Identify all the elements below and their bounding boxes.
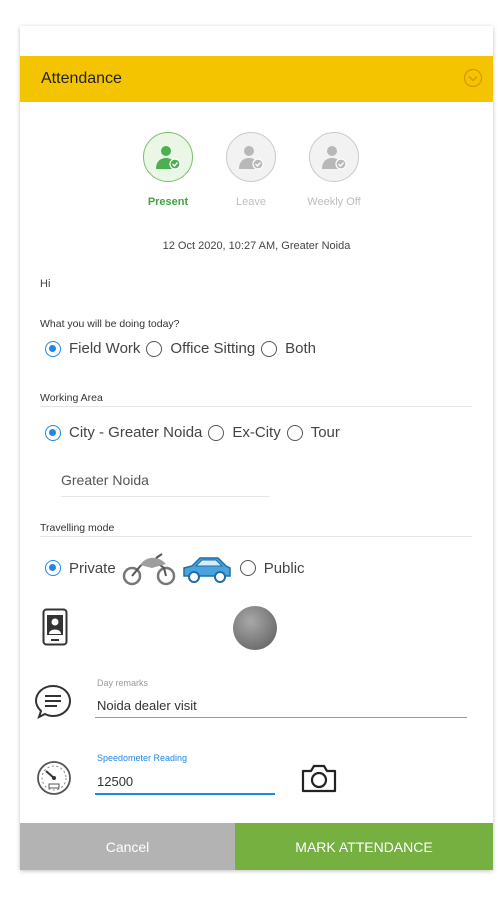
weekly-off-icon: [309, 132, 359, 182]
status-leave[interactable]: Leave: [211, 132, 291, 208]
mark-attendance-button[interactable]: MARK ATTENDANCE: [235, 823, 493, 870]
divider: [40, 536, 472, 537]
radio-button[interactable]: [261, 340, 278, 357]
motorcycle-icon[interactable]: [122, 550, 176, 586]
radio-button[interactable]: [45, 340, 61, 357]
page-title: Attendance: [41, 70, 122, 87]
remarks-underline: [95, 717, 467, 718]
attendance-card: Attendance Present Leave Weekly Off 12 O…: [20, 26, 493, 870]
cancel-button[interactable]: Cancel: [20, 823, 235, 870]
radio-button[interactable]: [286, 424, 303, 441]
present-icon: [143, 132, 193, 182]
activity-label: What you will be doing today?: [40, 318, 180, 330]
activity-radio-group: Field Work Office Sitting Both: [45, 340, 322, 357]
divider: [40, 406, 472, 407]
id-card-icon[interactable]: [42, 608, 68, 651]
radio-button[interactable]: [208, 424, 225, 441]
working-area-radio-group: City - Greater Noida Ex-City Tour: [45, 424, 346, 441]
radio-label: Office Sitting: [170, 340, 256, 357]
radio-ex-city[interactable]: Ex-City: [208, 424, 281, 441]
radio-public[interactable]: Public: [239, 559, 305, 577]
status-label-present: Present: [147, 196, 189, 208]
remarks-icon: [33, 682, 73, 727]
radio-private[interactable]: Private: [45, 560, 116, 577]
travel-radio-group: Private Public: [45, 550, 311, 586]
radio-field-work[interactable]: Field Work: [45, 340, 140, 357]
camera-icon[interactable]: [300, 762, 338, 799]
travelling-mode-label: Travelling mode: [40, 522, 115, 534]
status-label-weekly-off: Weekly Off: [307, 196, 361, 208]
remarks-label: Day remarks: [97, 678, 149, 688]
selfie-photo[interactable]: [232, 605, 278, 656]
radio-button[interactable]: [45, 560, 61, 576]
header-bar: Attendance: [20, 56, 493, 102]
radio-button[interactable]: [146, 340, 163, 357]
leave-icon: [226, 132, 276, 182]
chevron-down-icon[interactable]: [463, 68, 483, 88]
radio-label: Private: [69, 559, 116, 577]
radio-label: Public: [263, 559, 305, 577]
radio-label: Ex-City: [232, 424, 281, 441]
status-label-leave: Leave: [236, 196, 266, 208]
radio-label: Tour: [310, 424, 340, 441]
status-weekly-off[interactable]: Weekly Off: [294, 132, 374, 208]
radio-button[interactable]: [239, 560, 256, 576]
radio-button[interactable]: [45, 424, 61, 441]
greeting-text: Hi: [40, 278, 51, 290]
radio-tour[interactable]: Tour: [286, 424, 340, 441]
speedometer-input[interactable]: 12500: [97, 774, 133, 789]
city-field[interactable]: Greater Noida: [61, 472, 269, 497]
speedometer-label: Speedometer Reading: [97, 753, 188, 763]
footer-buttons: Cancel MARK ATTENDANCE: [20, 823, 493, 870]
car-icon[interactable]: [180, 550, 234, 586]
radio-office-sitting[interactable]: Office Sitting: [146, 340, 255, 357]
radio-city[interactable]: City - Greater Noida: [45, 424, 202, 441]
remarks-input[interactable]: Noida dealer visit: [97, 698, 197, 713]
date-location-text: 12 Oct 2020, 10:27 AM, Greater Noida: [162, 240, 351, 252]
radio-both[interactable]: Both: [261, 340, 316, 357]
radio-label: Both: [285, 340, 317, 357]
radio-label: City - Greater Noida: [69, 424, 203, 441]
working-area-label: Working Area: [40, 392, 103, 404]
speedometer-underline: [95, 793, 275, 795]
status-present[interactable]: Present: [128, 132, 208, 208]
speedometer-icon: [35, 759, 73, 802]
radio-label: Field Work: [69, 340, 141, 357]
